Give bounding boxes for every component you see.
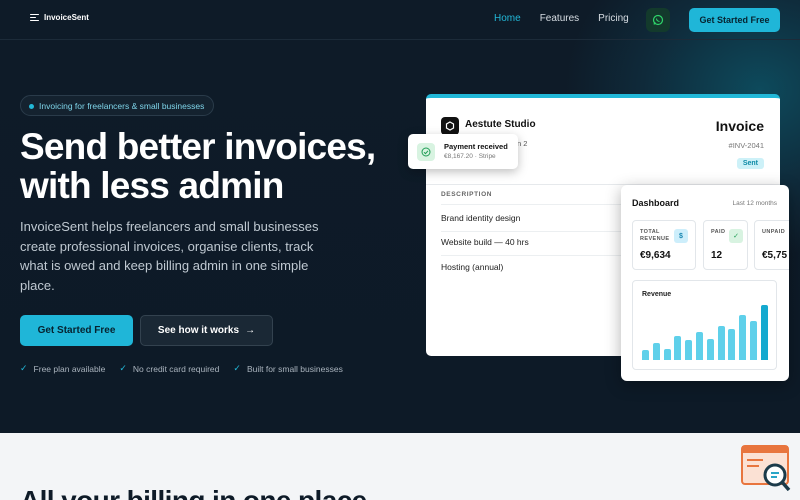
studio-subtext: n 2 — [517, 139, 528, 148]
nav-links: Home Features Pricing — [494, 13, 629, 24]
check-label: No credit card required — [132, 363, 220, 374]
stat-label: UNPAID — [762, 229, 786, 235]
section-heading: All your billing in one place — [20, 485, 367, 500]
stat-label: TOTAL REVENUE — [640, 229, 670, 242]
stat-total-revenue: TOTAL REVENUE $ €9,634 — [632, 220, 696, 270]
brand-name: InvoiceSent — [44, 13, 89, 22]
check-icon: ✓ — [119, 363, 127, 373]
check-item: ✓ No credit card required — [119, 363, 219, 374]
get-started-button[interactable]: Get Started Free — [20, 315, 133, 346]
nav-get-started-button[interactable]: Get Started Free — [689, 8, 780, 32]
nav-link-features[interactable]: Features — [540, 13, 579, 24]
toast-title: Payment received — [444, 142, 508, 151]
hero-title-line1: Send better invoices, — [20, 126, 376, 167]
status-badge: Sent — [736, 158, 764, 169]
check-item: ✓ Free plan available — [20, 363, 105, 374]
check-label: Built for small businesses — [246, 363, 343, 374]
description-header: DESCRIPTION — [441, 191, 493, 198]
revenue-bar — [739, 315, 747, 360]
revenue-bar — [685, 339, 693, 360]
stat-unpaid: UNPAID €5,75 — [754, 220, 789, 270]
studio-logo-icon — [441, 117, 459, 135]
revenue-bar — [663, 348, 671, 360]
feature-checks: ✓ Free plan available ✓ No credit card req… — [20, 363, 343, 374]
whatsapp-icon — [652, 14, 664, 26]
nav-link-pricing[interactable]: Pricing — [598, 13, 629, 24]
line-item: Brand identity design — [441, 213, 521, 223]
line-item: Hosting (annual) — [441, 262, 504, 272]
invoice-number: #INV-2041 — [728, 141, 764, 150]
studio-name: Aestute Studio — [465, 119, 536, 130]
check-icon: ✓ — [233, 363, 241, 373]
dashboard-card: Dashboard Last 12 months TOTAL REVENUE $ … — [621, 185, 789, 381]
revenue-bar — [717, 326, 725, 360]
search-doc-logo-icon — [741, 445, 791, 492]
see-how-it-works-button[interactable]: See how it works → — [140, 315, 273, 346]
hero-title: Send better invoices, with less admin — [20, 127, 400, 205]
arrow-right-icon: → — [245, 325, 256, 336]
hero-title-line2: with less admin — [20, 165, 284, 206]
hero-subtitle: InvoiceSent helps freelancers and small … — [20, 219, 319, 293]
tagline-pill: Invoicing for freelancers & small busine… — [20, 95, 215, 116]
revenue-chart: Revenue — [632, 280, 777, 370]
menu-lines-icon — [30, 14, 39, 22]
check-icon: ✓ — [729, 229, 743, 243]
line-item: Website build — 40 hrs — [441, 237, 529, 247]
revenue-title: Revenue — [642, 291, 672, 298]
nav-link-home[interactable]: Home — [494, 13, 521, 24]
toast-subtitle: €8,167.20 · Stripe — [444, 153, 496, 160]
stat-label: PAID — [711, 229, 726, 235]
revenue-bar — [750, 320, 757, 360]
revenue-bar — [696, 332, 703, 360]
revenue-bar — [674, 336, 682, 360]
revenue-bar — [760, 305, 768, 360]
invoice-title: Invoice — [715, 118, 764, 134]
divider — [441, 231, 631, 232]
check-circle-icon — [417, 143, 435, 161]
revenue-bar — [728, 328, 736, 360]
stat-value: 12 — [711, 250, 723, 261]
dollar-icon: $ — [674, 229, 688, 243]
brand-logo[interactable]: InvoiceSent — [30, 13, 89, 22]
payment-toast: Payment received €8,167.20 · Stripe — [408, 134, 518, 169]
stat-value: €5,75 — [762, 250, 788, 261]
see-how-label: See how it works — [157, 325, 240, 336]
stat-value: €9,634 — [640, 250, 671, 261]
check-icon: ✓ — [20, 363, 28, 373]
divider — [441, 204, 631, 205]
hero-section: InvoiceSent Home Features Pricing Get St… — [0, 0, 800, 433]
dashboard-period: Last 12 months — [732, 200, 777, 207]
divider — [441, 255, 631, 256]
top-nav: InvoiceSent Home Features Pricing Get St… — [0, 0, 800, 40]
revenue-bar — [642, 349, 649, 360]
whatsapp-button[interactable] — [646, 8, 670, 32]
check-item: ✓ Built for small businesses — [233, 363, 342, 374]
revenue-bar — [652, 343, 660, 360]
check-label: Free plan available — [33, 363, 106, 374]
stat-paid: PAID ✓ 12 — [703, 220, 748, 270]
revenue-bar — [706, 338, 714, 360]
dashboard-title: Dashboard — [632, 198, 680, 208]
lower-section: All your billing in one place — [0, 433, 800, 500]
